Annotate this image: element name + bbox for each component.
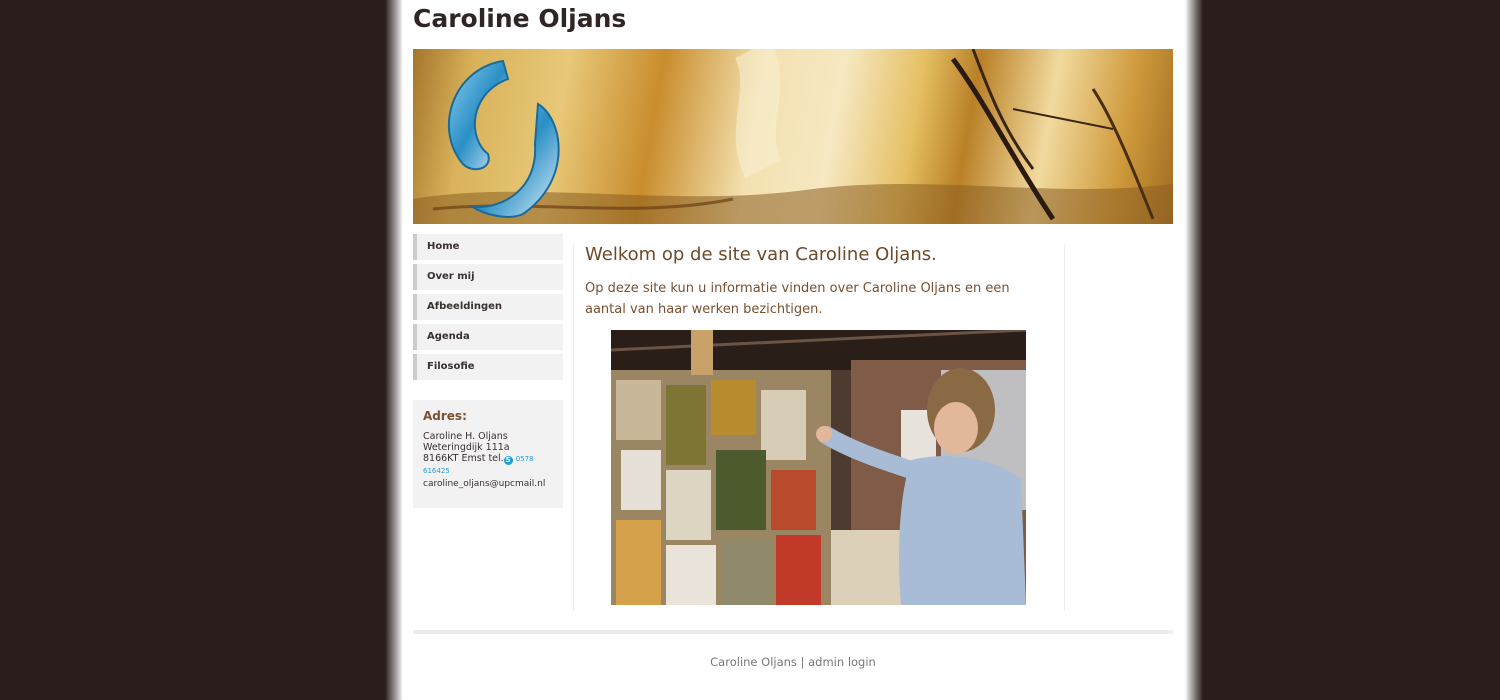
- page-heading: Welkom op de site van Caroline Oljans.: [585, 244, 937, 265]
- address-street: Weteringdijk 111a: [423, 442, 510, 453]
- nav-item-over-mij[interactable]: Over mij: [413, 264, 563, 290]
- site-title: Caroline Oljans: [413, 4, 627, 33]
- banner-artwork: [413, 49, 1173, 224]
- sidebar-nav: Home Over mij Afbeeldingen Agenda Filoso…: [413, 234, 563, 384]
- footer-name: Caroline Oljans: [710, 655, 797, 669]
- email-link[interactable]: caroline_oljans@upcmail.nl: [423, 479, 553, 489]
- nav-item-afbeeldingen[interactable]: Afbeeldingen: [413, 294, 563, 320]
- photo-artwork: [611, 330, 1026, 605]
- skype-icon[interactable]: S: [503, 456, 513, 465]
- address-name: Caroline H. Oljans: [423, 431, 508, 442]
- header-banner: [413, 49, 1173, 224]
- address-heading: Adres:: [423, 409, 467, 423]
- address-city: 8166KT Emst tel.: [423, 453, 504, 464]
- admin-login-link[interactable]: admin login: [808, 655, 876, 669]
- footer-separator: |: [796, 655, 809, 669]
- footer-divider: [413, 630, 1173, 634]
- address-city-phone: 8166KT Emst tel. S 0578 616425: [423, 453, 553, 477]
- nav-item-agenda[interactable]: Agenda: [413, 324, 563, 350]
- artist-painting-photo: [611, 330, 1026, 605]
- intro-text: Op deze site kun u informatie vinden ove…: [585, 281, 1010, 317]
- nav-item-filosofie[interactable]: Filosofie: [413, 354, 563, 380]
- main-content: Welkom op de site van Caroline Oljans. O…: [573, 244, 1065, 610]
- page-container: Caroline Oljans Home Over mij Afbeelding…: [403, 0, 1183, 700]
- footer: Caroline Oljans | admin login: [413, 655, 1173, 669]
- address-box: Adres: Caroline H. Oljans Weteringdijk 1…: [413, 400, 563, 508]
- nav-item-home[interactable]: Home: [413, 234, 563, 260]
